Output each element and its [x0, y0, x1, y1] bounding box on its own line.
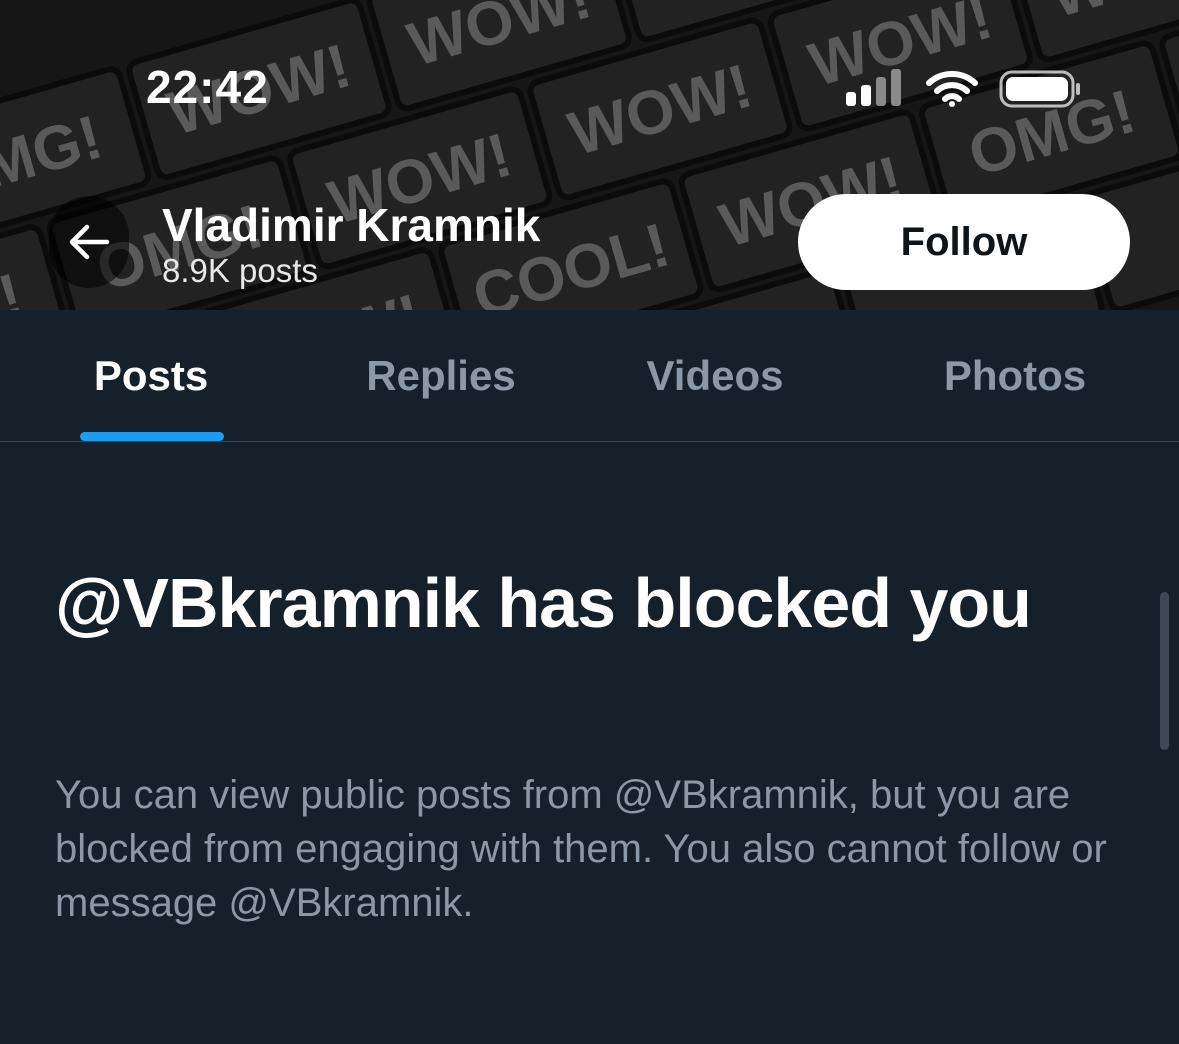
status-icons: [842, 68, 1082, 117]
tab-videos[interactable]: Videos: [610, 310, 820, 441]
blocked-title: @VBkramnik has blocked you: [55, 564, 1032, 642]
status-time: 22:42: [146, 61, 269, 113]
follow-button[interactable]: Follow: [798, 194, 1130, 290]
wifi-icon: [926, 71, 978, 107]
tab-posts[interactable]: Posts: [50, 310, 252, 441]
back-button[interactable]: [49, 196, 129, 288]
tab-photos[interactable]: Photos: [910, 310, 1120, 441]
profile-tabs: Posts Replies Videos Photos: [0, 310, 1179, 442]
arrow-left-icon: [69, 224, 110, 260]
tab-replies[interactable]: Replies: [330, 310, 552, 441]
scrollbar[interactable]: [1160, 592, 1169, 750]
profile-header: OMG! WOW! WOW! COOL! WOW! OMG! OMG! WOW!…: [0, 0, 1179, 310]
battery-icon: [999, 70, 1080, 108]
cellular-signal-icon: [846, 69, 901, 106]
posts-count: 8.9K posts: [162, 252, 318, 289]
blocked-description: You can view public posts from @VBkramni…: [55, 773, 1107, 925]
profile-name: Vladimir Kramnik: [162, 199, 541, 251]
active-tab-indicator: [80, 432, 224, 441]
